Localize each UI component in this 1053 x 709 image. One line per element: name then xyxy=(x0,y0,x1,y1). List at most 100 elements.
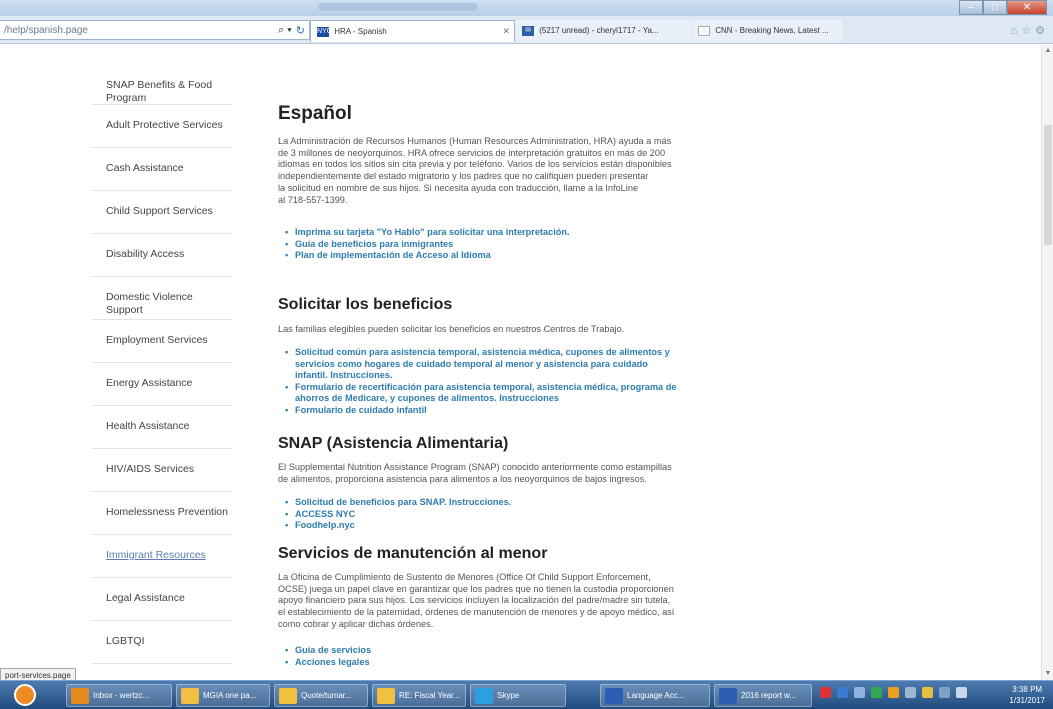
child-support-heading: Servicios de manutención al menor xyxy=(278,545,548,562)
window-title-bar: – □ ✕ xyxy=(0,0,1053,16)
taskbar-skype[interactable]: Skype xyxy=(470,684,566,707)
sidebar-item-legal-assistance[interactable]: Legal Assistance xyxy=(92,578,232,621)
app-icon[interactable] xyxy=(888,687,899,698)
word-icon xyxy=(605,688,623,704)
sidebar-item-employment-services[interactable]: Employment Services xyxy=(92,320,232,363)
app-icon[interactable] xyxy=(871,687,882,698)
refresh-icon[interactable]: ↻ xyxy=(296,24,305,37)
snap-heading: SNAP (Asistencia Alimentaria) xyxy=(278,435,509,452)
browser-tool-icons: ⌂☆⚙ xyxy=(1011,24,1049,37)
scroll-up-icon[interactable]: ▲ xyxy=(1042,45,1053,57)
taskbar-language-access[interactable]: Language Acc... xyxy=(600,684,710,707)
home-icon[interactable]: ⌂ xyxy=(1011,25,1022,37)
snap-link-list: Solicitud de beneficios para SNAP. Instr… xyxy=(285,497,775,532)
child-care-form-link[interactable]: Formulario de cuidado infantil xyxy=(285,405,775,417)
access-nyc-link[interactable]: ACCESS NYC xyxy=(285,509,775,521)
legal-actions-link[interactable]: Acciones legales xyxy=(285,657,775,669)
sidebar-item-child-support-services[interactable]: Child Support Services xyxy=(92,191,232,234)
mail-icon xyxy=(279,688,297,704)
maximize-button[interactable]: □ xyxy=(983,0,1007,15)
sidebar-item-immigrant-resources[interactable]: Immigrant Resources xyxy=(92,535,232,578)
services-guide-link[interactable]: Guía de servicios xyxy=(285,645,775,657)
intro-line: La Administración de Recursos Humanos (H… xyxy=(278,136,672,146)
immigrant-benefits-guide-link[interactable]: Guía de beneficios para inmigrantes xyxy=(285,239,775,251)
address-bar-url[interactable]: /help/spanish.page xyxy=(4,25,278,36)
window-title-blurred xyxy=(318,3,478,11)
taskbar-fiscal-year[interactable]: RE: Fiscal Year... xyxy=(372,684,466,707)
intro-line: de 3 millones de neoyorquinos. HRA ofrec… xyxy=(278,147,666,158)
child-support-link-list: Guía de servicios Acciones legales xyxy=(285,645,775,668)
dollar-icon[interactable] xyxy=(922,687,933,698)
common-application-link[interactable]: Solicitud común para asistencia temporal… xyxy=(285,347,775,382)
taskbar-outlook-inbox[interactable]: Inbox - wertzc... xyxy=(66,684,172,707)
sidebar-item-hiv-aids-services[interactable]: HIV/AIDS Services xyxy=(92,449,232,492)
intro-line: al 718-557-1399. xyxy=(278,194,348,205)
printer-icon[interactable] xyxy=(905,687,916,698)
clock-date: 1/31/2017 xyxy=(1009,696,1045,705)
apply-link-list: Solicitud común para asistencia temporal… xyxy=(285,347,775,416)
system-clock[interactable]: 3:38 PM 1/31/2017 xyxy=(1009,684,1045,706)
window-controls: – □ ✕ xyxy=(959,0,1047,16)
taskbar-quote[interactable]: Quote/tumar... xyxy=(274,684,368,707)
page-content: SNAP Benefits & Food Program Adult Prote… xyxy=(0,45,1053,680)
intro-paragraph: La Administración de Recursos Humanos (H… xyxy=(278,136,773,206)
sidebar-item-adult-protective-services[interactable]: Adult Protective Services xyxy=(92,105,232,148)
sidebar-item-domestic-violence-support[interactable]: Domestic Violence Support xyxy=(92,277,232,320)
tab-cnn[interactable]: ◌ CNN - Breaking News, Latest ... xyxy=(692,20,842,42)
tab-hra-spanish[interactable]: NYC HRA - Spanish ✕ xyxy=(310,20,515,42)
favorites-star-icon[interactable]: ☆ xyxy=(1021,25,1035,37)
display-icon[interactable] xyxy=(939,687,950,698)
browser-toolbar: /help/spanish.page ⌕ ▾ ↻ NYC HRA - Spani… xyxy=(0,16,1053,44)
mail-icon xyxy=(377,688,395,704)
address-bar[interactable]: /help/spanish.page ⌕ ▾ ↻ xyxy=(0,20,310,40)
sidebar-item-homelessness-prevention[interactable]: Homelessness Prevention xyxy=(92,492,232,535)
word-icon xyxy=(719,688,737,704)
start-button[interactable] xyxy=(14,684,36,706)
recertification-form-link[interactable]: Formulario de recertificación para asist… xyxy=(285,382,775,405)
nyc-favicon-icon: NYC xyxy=(317,27,332,37)
skype-icon xyxy=(475,688,493,704)
taskbar-mgia[interactable]: MGIA one pa... xyxy=(176,684,270,707)
scroll-down-icon[interactable]: ▼ xyxy=(1042,668,1053,680)
sidebar-item-snap-benefits[interactable]: SNAP Benefits & Food Program xyxy=(92,45,232,105)
sidebar-item-lgbtqi[interactable]: LGBTQI xyxy=(92,621,232,664)
language-access-plan-link[interactable]: Plan de implementación de Acceso al Idio… xyxy=(285,250,775,262)
volume-icon[interactable] xyxy=(956,687,967,698)
sidebar-item-cash-assistance[interactable]: Cash Assistance xyxy=(92,148,232,191)
page-title: Español xyxy=(278,103,352,124)
scrollbar-thumb[interactable] xyxy=(1044,125,1052,245)
screen: – □ ✕ /help/spanish.page ⌕ ▾ ↻ NYC HRA -… xyxy=(0,0,1053,709)
tab-yahoo-mail[interactable]: ✉ (5217 unread) - cheryl1717 - Ya... xyxy=(516,20,691,42)
loading-favicon-icon: ◌ xyxy=(698,26,710,36)
yo-hablo-card-link[interactable]: Imprima su tarjeta "Yo Hablo" para solic… xyxy=(285,227,775,239)
shield-icon[interactable] xyxy=(820,687,831,698)
window-icon[interactable] xyxy=(854,687,865,698)
vertical-scrollbar[interactable]: ▲ ▼ xyxy=(1041,45,1053,680)
outlook-icon xyxy=(71,688,89,704)
mail-favicon-icon: ✉ xyxy=(522,26,534,36)
taskbar: Inbox - wertzc... MGIA one pa... Quote/t… xyxy=(0,680,1053,709)
snap-text: El Supplemental Nutrition Assistance Pro… xyxy=(278,462,672,484)
intro-link-list: Imprima su tarjeta "Yo Hablo" para solic… xyxy=(285,227,775,262)
intro-line: independientemente del estado migratorio… xyxy=(278,171,649,182)
close-tab-icon[interactable]: ✕ xyxy=(502,26,510,37)
snap-application-link[interactable]: Solicitud de beneficios para SNAP. Instr… xyxy=(285,497,775,509)
close-button[interactable]: ✕ xyxy=(1007,0,1047,15)
apply-text: Las familias elegibles pueden solicitar … xyxy=(278,324,625,334)
tab-label: (5217 unread) - cheryl1717 - Ya... xyxy=(539,26,659,36)
apply-heading: Solicitar los beneficios xyxy=(278,296,453,313)
child-support-text: La Oficina de Cumplimiento de Sustento d… xyxy=(278,572,675,629)
search-icon[interactable]: ⌕ ▾ xyxy=(278,24,292,37)
sidebar-nav: SNAP Benefits & Food Program Adult Prote… xyxy=(92,45,252,664)
sidebar-item-energy-assistance[interactable]: Energy Assistance xyxy=(92,363,232,406)
settings-gear-icon[interactable]: ⚙ xyxy=(1035,25,1049,37)
intro-line: la solicitud en nombre de sus hijos. Si … xyxy=(278,182,639,193)
sidebar-item-disability-access[interactable]: Disability Access xyxy=(92,234,232,277)
system-tray xyxy=(820,687,967,698)
network-icon[interactable] xyxy=(837,687,848,698)
clock-time: 3:38 PM xyxy=(1012,685,1043,694)
foodhelp-nyc-link[interactable]: Foodhelp.nyc xyxy=(285,520,775,532)
sidebar-item-health-assistance[interactable]: Health Assistance xyxy=(92,406,232,449)
minimize-button[interactable]: – xyxy=(959,0,983,15)
taskbar-2016-report[interactable]: 2016 report w... xyxy=(714,684,812,707)
